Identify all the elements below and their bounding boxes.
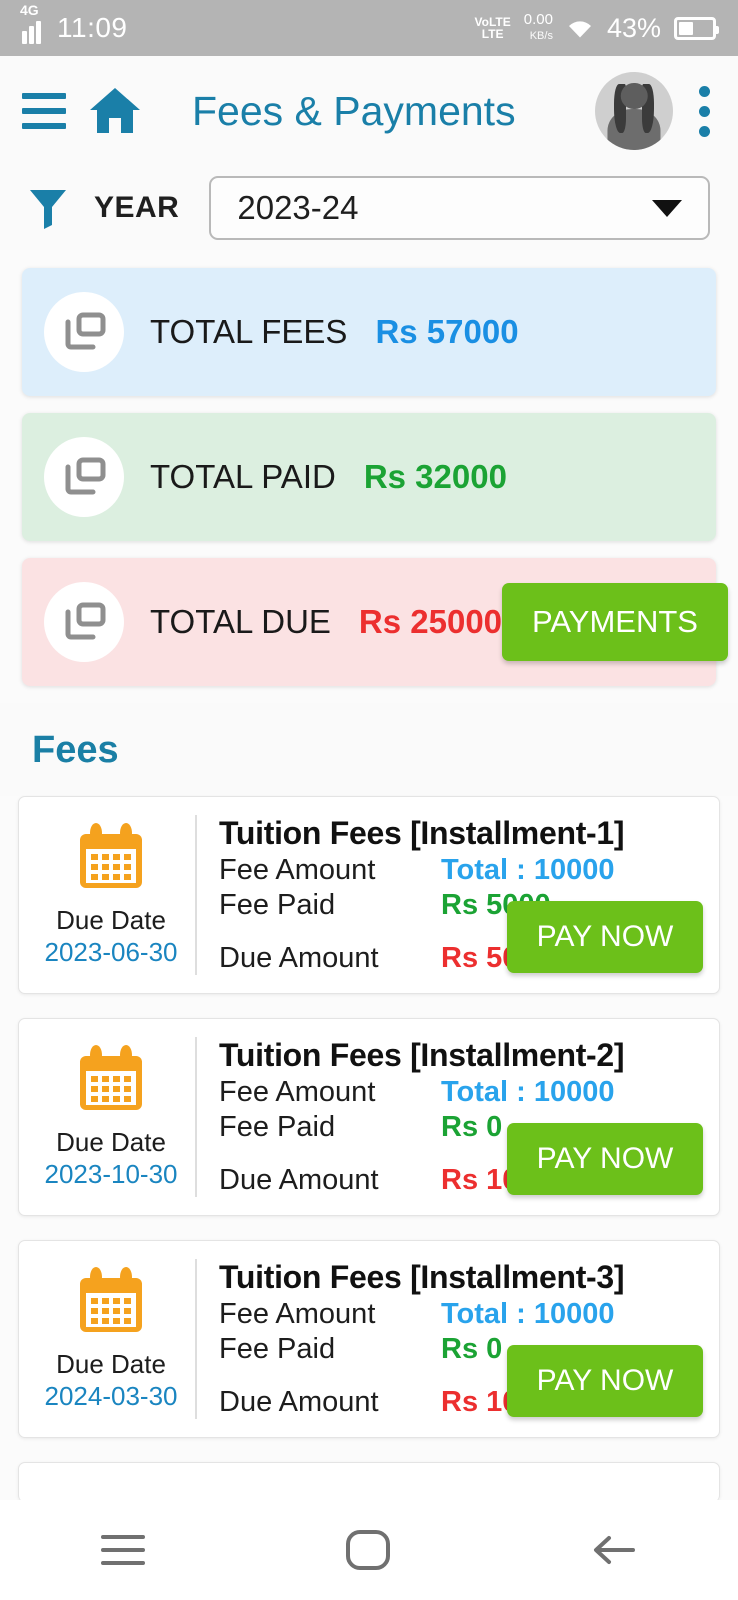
fee-details: Tuition Fees [Installment-3] Fee Amount … [197, 1259, 703, 1419]
app-bar-actions [595, 72, 716, 150]
page-title: Fees & Payments [192, 87, 516, 134]
status-bar: 4G 11:09 VoLTE LTE 0.00 KB/s 43% [0, 0, 738, 56]
fee-paid-label: Fee Paid [219, 889, 336, 921]
calendar-icon [80, 823, 142, 889]
due-date-value: 2024-03-30 [44, 1381, 178, 1411]
copy-layers-icon [44, 437, 124, 517]
recents-icon[interactable] [100, 1535, 145, 1565]
status-bar-clock: 11:09 [57, 12, 128, 43]
total-paid-value: Rs 32000 [363, 458, 507, 495]
fee-card: Due Date 2024-03-30 Tuition Fees [Instal… [18, 1240, 720, 1438]
status-bar-left: 4G 11:09 [20, 3, 128, 44]
copy-layers-icon [44, 582, 124, 662]
year-filter-label: YEAR [94, 191, 180, 224]
fee-title: Tuition Fees [Installment-1] [219, 815, 625, 851]
network-type-label: 4G [20, 2, 39, 18]
year-filter-row: YEAR 2023-24 [0, 166, 738, 250]
fee-card: Due Date 2023-10-30 Tuition Fees [Instal… [18, 1018, 720, 1216]
total-due-label: TOTAL DUE [150, 603, 331, 640]
total-paid-label: TOTAL PAID [150, 458, 336, 495]
chevron-down-icon [652, 199, 682, 217]
summary-cards: TOTAL FEES Rs 57000 TOTAL PAID Rs 32000 … [0, 250, 738, 686]
copy-layers-icon [44, 292, 124, 372]
fee-details: Tuition Fees [Installment-2] Fee Amount … [197, 1037, 703, 1197]
app-bar: Fees & Payments [0, 56, 738, 166]
android-nav-bar [0, 1500, 738, 1600]
fee-paid-value: Rs 0 [441, 1111, 503, 1143]
fee-amount-row: Fee Amount Total : 10000 [219, 1076, 703, 1109]
total-due-card: TOTAL DUE Rs 25000 PAYMENTS [22, 558, 728, 686]
total-due-value: Rs 25000 [358, 603, 503, 640]
fee-details: Tuition Fees [Installment-1] Fee Amount … [197, 815, 703, 975]
back-arrow-icon[interactable] [591, 1531, 637, 1569]
due-date-value: 2023-06-30 [44, 937, 178, 967]
fees-list: Due Date 2023-06-30 Tuition Fees [Instal… [0, 796, 738, 1502]
fee-title: Tuition Fees [Installment-3] [219, 1259, 625, 1295]
due-amount-label: Due Amount [219, 1164, 379, 1196]
home-circle-icon[interactable] [345, 1530, 390, 1570]
fee-amount-label: Fee Amount [219, 854, 376, 886]
fee-due-date-block: Due Date 2023-06-30 [35, 815, 197, 975]
year-select[interactable]: 2023-24 [209, 176, 710, 240]
due-date-label: Due Date [56, 1127, 166, 1158]
payments-button[interactable]: PAYMENTS [502, 583, 728, 661]
funnel-filter-icon[interactable] [28, 187, 68, 229]
pay-now-button[interactable]: PAY NOW [507, 1123, 703, 1195]
status-bar-right: VoLTE LTE 0.00 KB/s 43% [474, 11, 719, 44]
fee-paid-label: Fee Paid [219, 1333, 336, 1365]
fee-amount-value: Total : 10000 [441, 854, 615, 886]
signal-bars-icon: 4G [20, 3, 48, 44]
calendar-icon [80, 1045, 142, 1111]
battery-icon [674, 16, 719, 40]
due-amount-label: Due Amount [219, 942, 379, 974]
total-paid-card: TOTAL PAID Rs 32000 [22, 413, 716, 541]
fee-amount-row: Fee Amount Total : 10000 [219, 1298, 703, 1331]
hamburger-menu-icon[interactable] [22, 93, 66, 129]
more-vertical-icon[interactable] [693, 80, 716, 143]
fee-card: Due Date 2023-06-30 Tuition Fees [Instal… [18, 796, 720, 994]
avatar[interactable] [595, 72, 673, 150]
home-icon[interactable] [88, 86, 142, 136]
due-date-label: Due Date [56, 905, 166, 936]
due-date-value: 2023-10-30 [44, 1159, 178, 1189]
total-fees-value: Rs 57000 [375, 313, 519, 350]
fees-section-title: Fees [0, 703, 738, 796]
fee-amount-label: Fee Amount [219, 1076, 376, 1108]
data-rate-indicator: 0.00 KB/s [523, 11, 553, 43]
pay-now-button[interactable]: PAY NOW [507, 901, 703, 973]
app-screen: 4G 11:09 VoLTE LTE 0.00 KB/s 43% Fees & … [0, 0, 738, 1600]
fee-amount-label: Fee Amount [219, 1298, 376, 1330]
fee-paid-value: Rs 0 [441, 1333, 503, 1365]
battery-percent-label: 43% [606, 12, 661, 43]
total-fees-card: TOTAL FEES Rs 57000 [22, 268, 716, 396]
fee-due-date-block: Due Date 2024-03-30 [35, 1259, 197, 1419]
total-fees-label: TOTAL FEES [150, 313, 348, 350]
fee-amount-row: Fee Amount Total : 10000 [219, 854, 703, 887]
pay-now-button[interactable]: PAY NOW [507, 1345, 703, 1417]
calendar-icon [80, 1267, 142, 1333]
due-amount-label: Due Amount [219, 1386, 379, 1418]
wifi-icon [568, 21, 591, 38]
year-select-value: 2023-24 [237, 189, 359, 226]
fee-title: Tuition Fees [Installment-2] [219, 1037, 625, 1073]
fee-due-date-block: Due Date 2023-10-30 [35, 1037, 197, 1197]
fee-amount-value: Total : 10000 [441, 1076, 615, 1108]
fee-amount-value: Total : 10000 [441, 1298, 615, 1330]
fee-paid-label: Fee Paid [219, 1111, 336, 1143]
fee-card-partial [18, 1462, 720, 1502]
volte-icon: VoLTE LTE [474, 15, 511, 41]
due-date-label: Due Date [56, 1349, 166, 1380]
